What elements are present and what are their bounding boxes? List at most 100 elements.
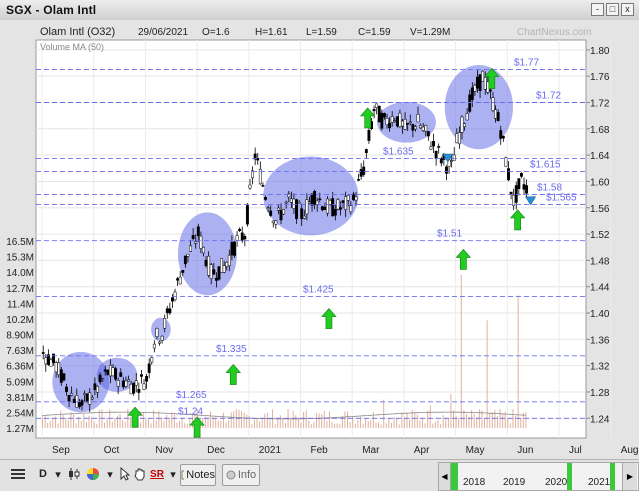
- up-candle: [49, 359, 53, 367]
- volume-bar: [243, 412, 245, 428]
- up-candle: [83, 393, 87, 396]
- up-candle: [483, 77, 487, 90]
- down-candle: [318, 198, 322, 201]
- down-candle: [310, 193, 314, 206]
- volume-bar: [83, 413, 85, 428]
- volume-bar: [396, 418, 398, 428]
- volume-bar: [465, 414, 467, 428]
- down-candle: [323, 206, 327, 210]
- up-candle: [199, 235, 203, 249]
- up-candle: [75, 395, 79, 408]
- up-candle: [209, 264, 213, 279]
- sr-button[interactable]: SR: [149, 464, 165, 484]
- volume-bar: [215, 417, 217, 428]
- volume-bar: [434, 421, 436, 428]
- scroll-left-button[interactable]: ◀: [439, 463, 451, 490]
- info-button[interactable]: Info: [222, 464, 260, 486]
- year-range-handle[interactable]: [610, 463, 615, 490]
- header-open: O=1.6: [202, 27, 230, 38]
- down-candle: [514, 185, 518, 203]
- y-tick-label: 1.56: [590, 204, 610, 215]
- x-tick-label: Jun: [517, 445, 533, 456]
- down-candle: [217, 266, 221, 280]
- down-candle: [439, 158, 443, 164]
- y-tick-label: 1.68: [590, 125, 610, 136]
- up-candle: [96, 386, 99, 393]
- up-candle: [124, 380, 128, 387]
- down-candle: [295, 199, 298, 220]
- up-candle: [393, 120, 397, 122]
- scroll-right-button[interactable]: ▶: [622, 463, 637, 490]
- volume-bar: [52, 417, 54, 428]
- price-level-label: $1.615: [530, 160, 561, 171]
- down-candle: [476, 76, 479, 89]
- dropdown-arrow-icon[interactable]: ▾: [103, 464, 117, 484]
- volume-bar: [414, 413, 416, 428]
- maximize-button[interactable]: □: [606, 3, 619, 16]
- year-scroller[interactable]: ◀ 2018 2019 2020 2021 ▶: [438, 462, 639, 491]
- year-range-handle[interactable]: [451, 463, 458, 490]
- volume-bar: [375, 422, 377, 428]
- dropdown-arrow-icon[interactable]: ▾: [166, 464, 180, 484]
- y-tick-label: 1.48: [590, 256, 610, 267]
- candlestick-icon[interactable]: [66, 464, 82, 484]
- up-candle: [134, 380, 138, 386]
- up-candle: [481, 70, 485, 82]
- volume-bar: [62, 415, 64, 428]
- volume-bar: [75, 423, 77, 428]
- dropdown-arrow-icon[interactable]: ▾: [52, 464, 64, 484]
- price-chart[interactable]: $1.77$1.72$1.635$1.615$1.58$1.565$1.51$1…: [0, 20, 639, 459]
- up-candle: [158, 341, 161, 344]
- volume-bar: [491, 412, 493, 428]
- down-candle: [320, 206, 324, 211]
- volume-bar: [347, 411, 349, 428]
- year-range-handle[interactable]: [567, 463, 572, 490]
- volume-bar: [168, 418, 170, 428]
- volume-bar: [220, 420, 222, 428]
- up-candle: [289, 198, 293, 203]
- volume-bar: [163, 420, 165, 428]
- hand-icon[interactable]: [133, 464, 147, 484]
- up-candle: [401, 120, 404, 127]
- down-candle: [62, 373, 66, 381]
- x-tick-label: Aug: [621, 445, 639, 456]
- pointer-icon[interactable]: [118, 464, 132, 484]
- down-candle: [132, 382, 136, 394]
- up-candle: [297, 201, 301, 204]
- volume-bar: [437, 419, 439, 428]
- volume-bar: [494, 410, 496, 428]
- volume-bar: [447, 418, 449, 428]
- volume-tick-label: 10.2M: [6, 315, 34, 326]
- price-level-label: $1.24: [178, 406, 203, 417]
- x-tick-label: Nov: [155, 445, 173, 456]
- down-candle: [214, 277, 218, 281]
- down-candle: [499, 130, 503, 139]
- volume-bar: [429, 405, 431, 428]
- volume-bar: [310, 424, 312, 428]
- down-candle: [517, 178, 521, 190]
- up-candle: [504, 157, 508, 167]
- volume-bar: [476, 417, 478, 428]
- down-candle: [519, 173, 523, 177]
- volume-bar: [85, 422, 87, 428]
- price-level-label: $1.265: [176, 390, 207, 401]
- volume-bar: [326, 420, 328, 428]
- x-tick-label: Oct: [104, 445, 120, 456]
- close-button[interactable]: x: [621, 3, 634, 16]
- notes-button[interactable]: Notes: [180, 464, 216, 486]
- color-palette-icon[interactable]: [84, 464, 102, 484]
- period-button[interactable]: D: [36, 464, 50, 484]
- volume-bar: [316, 413, 318, 428]
- down-candle: [380, 112, 384, 129]
- volume-bar: [432, 423, 434, 428]
- down-candle: [147, 363, 151, 373]
- menu-icon[interactable]: [8, 464, 28, 484]
- minimize-button[interactable]: -: [591, 3, 604, 16]
- up-candle: [127, 379, 130, 382]
- volume-bar: [336, 423, 338, 428]
- up-candle: [398, 112, 402, 127]
- down-candle: [382, 113, 386, 118]
- volume-bar: [140, 422, 142, 428]
- year-label: 2021: [588, 477, 611, 488]
- volume-bar: [44, 415, 46, 428]
